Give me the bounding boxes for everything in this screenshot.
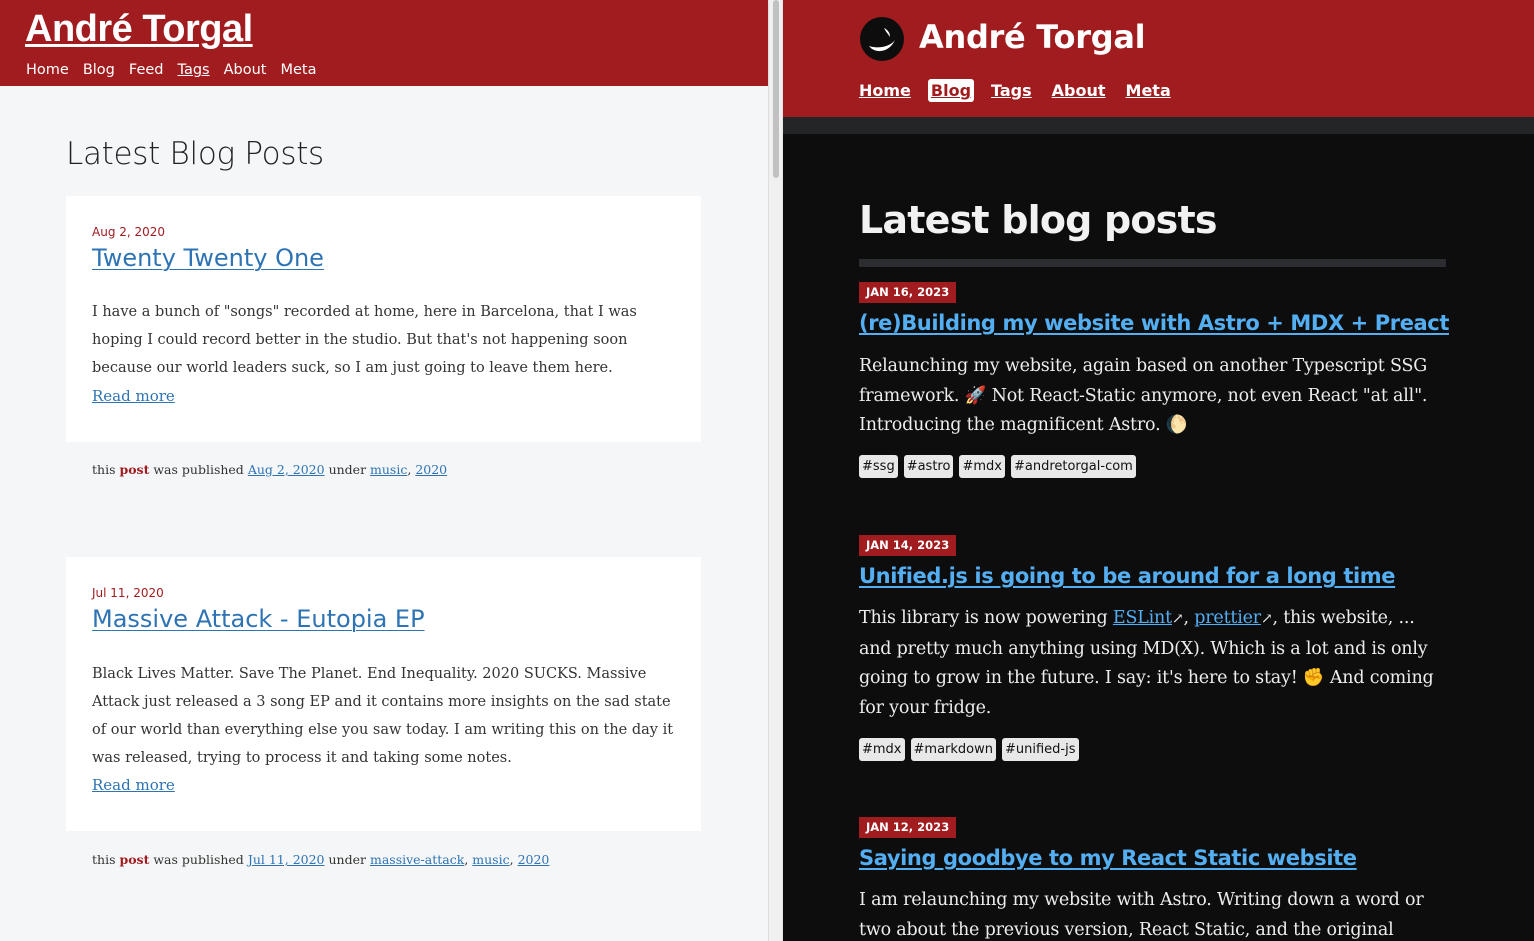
old-post-meta: this post was published Aug 2, 2020 unde…	[92, 462, 448, 477]
meta-date-link[interactable]: Jul 11, 2020	[248, 852, 325, 867]
old-post-date: Jul 11, 2020	[92, 586, 164, 600]
scrollbar-thumb[interactable]	[773, 0, 779, 178]
tag-link[interactable]: #andretorgal-com	[1010, 455, 1136, 478]
post-title-link[interactable]: Saying goodbye to my React Static websit…	[859, 846, 1357, 870]
read-more-link[interactable]: Read more	[92, 387, 175, 405]
old-post-card: Jul 11, 2020 Massive Attack - Eutopia EP…	[66, 557, 701, 831]
old-site-nav: Home Blog Feed Tags About Meta	[26, 62, 316, 78]
post-date-badge: JAN 16, 2023	[859, 282, 957, 303]
title-divider	[859, 259, 1446, 267]
new-site-logo-link[interactable]: André Torgal	[919, 18, 1146, 56]
old-post-excerpt: I have a bunch of "songs" recorded at ho…	[92, 304, 637, 376]
new-site-nav: Home Blog Tags About Meta	[859, 79, 1171, 102]
tag-link[interactable]: #mdx	[859, 738, 905, 761]
external-arrow-icon: ↗	[1171, 611, 1184, 627]
old-nav-about[interactable]: About	[224, 62, 267, 78]
old-site-logo-link[interactable]: André Torgal	[25, 8, 253, 51]
post-date-badge: JAN 12, 2023	[859, 817, 957, 838]
post-date-badge: JAN 14, 2023	[859, 535, 957, 556]
tag-link[interactable]: #unified-js	[1002, 738, 1079, 761]
meta-tag-link[interactable]: massive-attack	[370, 852, 464, 867]
vertical-scrollbar[interactable]	[768, 0, 783, 941]
tag-link[interactable]: #ssg	[859, 455, 898, 478]
old-nav-tags[interactable]: Tags	[177, 62, 209, 78]
new-nav-tags[interactable]: Tags	[991, 79, 1032, 102]
old-site-window: André Torgal Home Blog Feed Tags About M…	[0, 0, 768, 941]
tag-link[interactable]: #astro	[903, 455, 954, 478]
meta-prefix: this	[92, 462, 116, 477]
old-post-date: Aug 2, 2020	[92, 225, 166, 239]
new-site-header: André Torgal Home Blog Tags About Meta	[783, 0, 1534, 117]
meta-under: under	[328, 852, 366, 867]
meta-prefix: this	[92, 852, 116, 867]
meta-tag-link[interactable]: music	[472, 852, 509, 867]
post-summary: This library is now powering ESLint↗, pr…	[859, 608, 1434, 718]
moon-logo-icon[interactable]	[859, 16, 905, 62]
new-nav-about[interactable]: About	[1052, 79, 1106, 102]
meta-date-link[interactable]: Aug 2, 2020	[248, 462, 325, 477]
old-post-meta: this post was published Jul 11, 2020 und…	[92, 852, 550, 867]
post-tags: #mdx #markdown #unified-js	[859, 738, 1079, 761]
new-page-title: Latest blog posts	[859, 198, 1217, 242]
post-title-link[interactable]: (re)Building my website with Astro + MDX…	[859, 311, 1449, 335]
read-more-link[interactable]: Read more	[92, 776, 175, 794]
summary-text: This library is now powering	[859, 608, 1108, 628]
old-post-title-link[interactable]: Twenty Twenty One	[92, 244, 324, 272]
post-title-link[interactable]: Unified.js is going to be around for a l…	[859, 564, 1396, 588]
post-tags: #ssg #astro #mdx #andretorgal-com	[859, 455, 1136, 478]
header-shadow-band	[783, 117, 1534, 134]
meta-under: under	[328, 462, 367, 477]
old-post-excerpt: Black Lives Matter. Save The Planet. End…	[92, 666, 674, 766]
meta-tag-link[interactable]: 2020	[518, 852, 550, 867]
post-summary: I am relaunching my website with Astro. …	[859, 890, 1424, 940]
external-arrow-icon: ↗	[1260, 611, 1273, 627]
old-post-card: Aug 2, 2020 Twenty Twenty One I have a b…	[66, 196, 701, 442]
new-nav-meta[interactable]: Meta	[1126, 79, 1171, 102]
meta-published: was published	[153, 852, 244, 867]
new-nav-blog[interactable]: Blog	[927, 79, 975, 102]
new-site-window: André Torgal Home Blog Tags About Meta L…	[783, 0, 1534, 941]
old-nav-meta[interactable]: Meta	[280, 62, 316, 78]
meta-kind: post	[119, 462, 150, 477]
meta-published: was published	[153, 462, 244, 477]
new-nav-home[interactable]: Home	[859, 79, 911, 102]
post-summary: Relaunching my website, again based on a…	[859, 356, 1428, 435]
meta-tag-link[interactable]: music	[370, 462, 407, 477]
tag-link[interactable]: #markdown	[910, 738, 996, 761]
old-nav-blog[interactable]: Blog	[83, 62, 115, 78]
meta-kind: post	[119, 852, 150, 867]
prettier-external-link[interactable]: prettier	[1194, 608, 1261, 628]
eslint-external-link[interactable]: ESLint	[1113, 608, 1172, 628]
old-page-title: Latest Blog Posts	[66, 136, 324, 172]
tag-link[interactable]: #mdx	[959, 455, 1005, 478]
old-nav-feed[interactable]: Feed	[129, 62, 164, 78]
meta-tag-link[interactable]: 2020	[415, 462, 447, 477]
old-post-title-link[interactable]: Massive Attack - Eutopia EP	[92, 605, 425, 633]
old-nav-home[interactable]: Home	[26, 62, 69, 78]
old-site-header: André Torgal Home Blog Feed Tags About M…	[0, 0, 768, 86]
